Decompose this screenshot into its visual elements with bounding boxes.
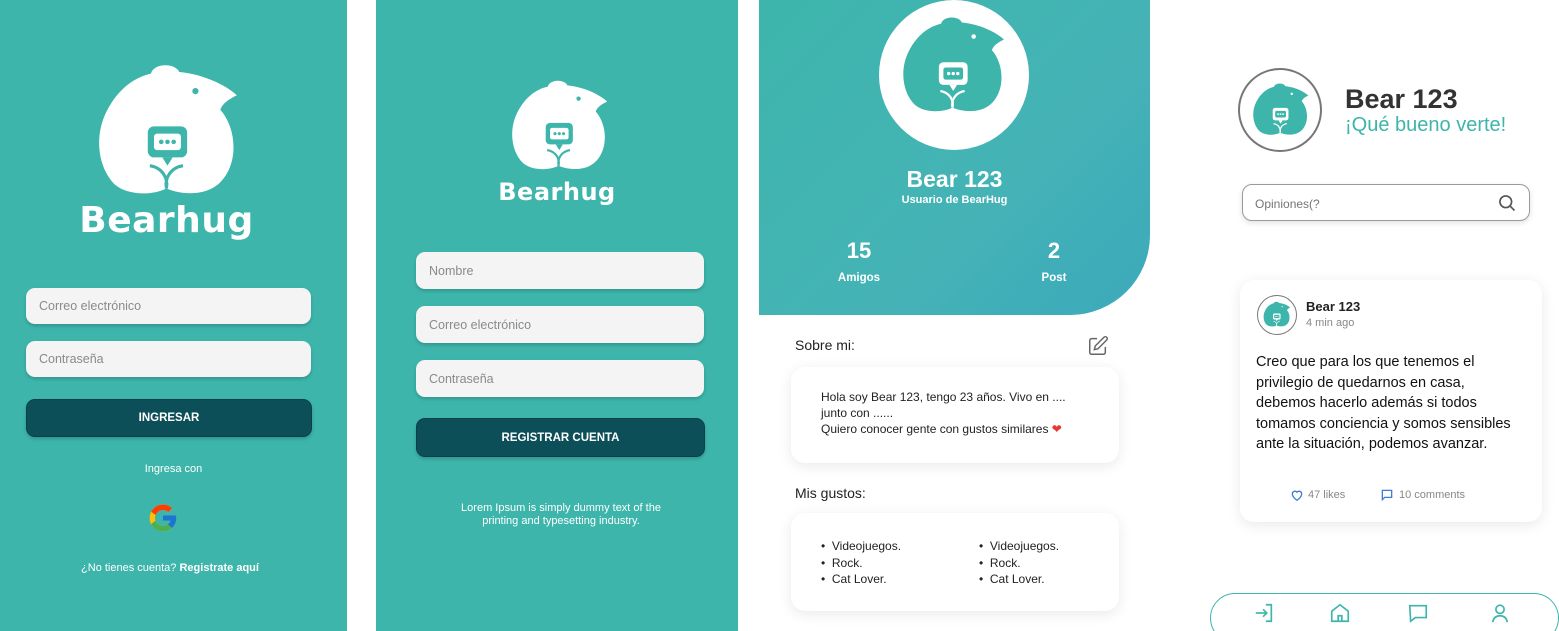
friends-count: 15 <box>846 238 872 263</box>
like-button[interactable]: 47 likes <box>1290 488 1345 502</box>
bottom-nav <box>1210 593 1559 631</box>
user-name: Bear 123 <box>1345 84 1458 114</box>
profile-screen: Bear 123 Usuario de BearHug 15 Amigos 2 … <box>759 0 1150 631</box>
list-item: • Cat Lover. <box>979 572 1045 586</box>
likes-list-2: • Videojuegos. • Rock. • Cat Lover. <box>979 538 1059 588</box>
post-text: Creo que para los que tenemos el privile… <box>1256 354 1511 452</box>
edit-icon[interactable] <box>1087 335 1109 357</box>
password-field[interactable] <box>26 341 311 377</box>
post-author[interactable]: Bear 123 <box>1306 299 1360 314</box>
post-time: 4 min ago <box>1306 317 1355 329</box>
posts-label[interactable]: Post <box>1014 272 1094 284</box>
heart-emoji-icon: ❤ <box>1051 422 1062 436</box>
about-card: Hola soy Bear 123, tengo 23 años. Vivo e… <box>791 367 1119 463</box>
likes-list-1: • Videojuegos. • Rock. • Cat Lover. <box>821 538 901 588</box>
list-item: • Rock. <box>979 555 1021 570</box>
register-button[interactable]: REGISTRAR CUENTA <box>416 418 705 457</box>
login-screen: Bearhug INGRESAR Ingresa con ¿No tienes … <box>0 0 347 631</box>
footer-text: Lorem Ipsum is simply dummy text of the … <box>376 502 738 528</box>
post-avatar[interactable] <box>1257 295 1297 335</box>
register-screen: Bearhug REGISTRAR CUENTA Lorem Ipsum is … <box>376 0 738 631</box>
comments-count: 10 comments <box>1399 489 1466 501</box>
avatar[interactable] <box>1238 68 1322 152</box>
greeting: ¡Qué bueno verte! <box>1345 114 1507 136</box>
search-icon[interactable] <box>1497 193 1517 213</box>
friends-label[interactable]: Amigos <box>819 272 899 284</box>
about-line-3-text: Quiero conocer gente con gustos similare… <box>821 422 1049 436</box>
about-title: Sobre mi: <box>795 337 855 353</box>
likes-card: • Videojuegos. • Rock. • Cat Lover. • Vi… <box>791 513 1119 611</box>
register-link[interactable]: Registrate aquí <box>179 562 258 574</box>
brand-name: Bearhug <box>498 178 616 206</box>
list-item: • Rock. <box>821 555 863 570</box>
comment-button[interactable]: 10 comments <box>1380 488 1465 502</box>
list-item: • Cat Lover. <box>821 572 887 586</box>
feed-screen: Bear 123 ¡Qué bueno verte! Bear 123 4 mi… <box>1168 0 1559 631</box>
password-field[interactable] <box>416 360 704 397</box>
about-line-2: junto con ...... <box>821 406 894 420</box>
list-item: • Videojuegos. <box>979 539 1060 553</box>
login-button[interactable]: INGRESAR <box>26 399 312 437</box>
user-icon[interactable] <box>1489 602 1511 624</box>
email-field[interactable] <box>416 306 704 343</box>
login-with-label: Ingresa con <box>144 463 203 475</box>
profile-subtitle: Usuario de BearHug <box>901 194 1008 206</box>
list-item: • Videojuegos. <box>821 539 902 553</box>
search-bar[interactable] <box>1242 184 1530 222</box>
footer-line-1: Lorem Ipsum is simply dummy text of the <box>461 502 661 514</box>
name-field[interactable] <box>416 252 704 289</box>
post-card: Bear 123 4 min ago Creo que para los que… <box>1240 280 1542 522</box>
profile-name: Bear 123 <box>906 166 1003 192</box>
bear-logo-icon <box>901 16 1007 116</box>
heart-icon <box>1291 490 1303 502</box>
google-icon[interactable] <box>147 502 179 534</box>
comment-icon <box>1381 489 1393 502</box>
about-line-1: Hola soy Bear 123, tengo 23 años. Vivo e… <box>821 390 1066 404</box>
bear-logo-icon <box>1263 301 1291 328</box>
bear-logo-icon <box>1252 82 1310 138</box>
bear-logo-icon <box>96 64 241 199</box>
message-icon[interactable] <box>1407 602 1429 624</box>
about-line-3: Quiero conocer gente con gustos similare… <box>821 421 1111 437</box>
email-field[interactable] <box>26 288 311 324</box>
search-input[interactable] <box>1253 185 1487 222</box>
bear-logo-icon <box>510 80 610 173</box>
about-text: Hola soy Bear 123, tengo 23 años. Vivo e… <box>821 389 1111 437</box>
login-icon[interactable] <box>1253 602 1275 624</box>
likes-title: Mis gustos: <box>795 485 866 501</box>
likes-count: 47 likes <box>1308 489 1346 501</box>
home-icon[interactable] <box>1329 602 1351 624</box>
signup-prompt: ¿No tienes cuenta? Registrate aquí <box>0 562 340 574</box>
posts-count: 2 <box>1047 238 1061 263</box>
footer-line-2: printing and typesetting industry. <box>482 515 640 527</box>
no-account-text: ¿No tienes cuenta? <box>81 562 177 574</box>
avatar <box>879 0 1029 150</box>
brand-name: Bearhug <box>79 200 254 241</box>
